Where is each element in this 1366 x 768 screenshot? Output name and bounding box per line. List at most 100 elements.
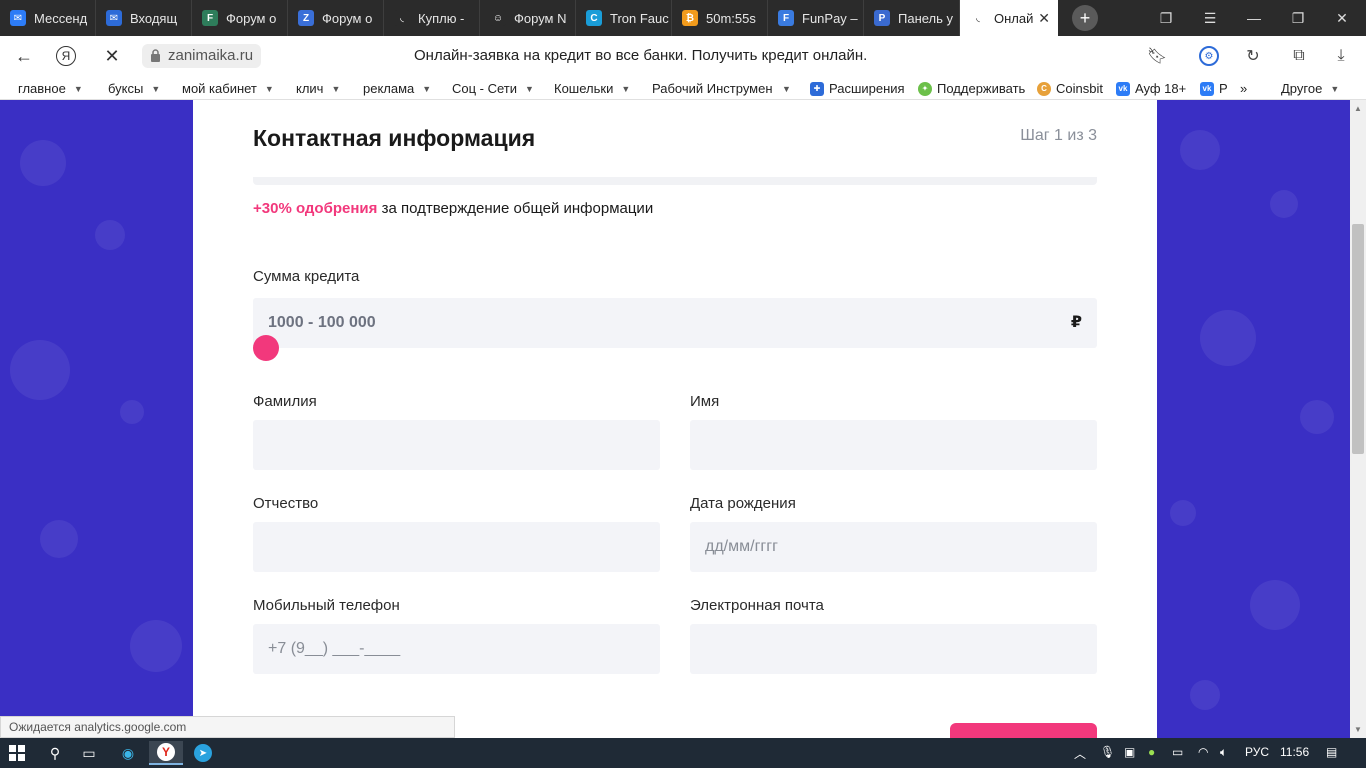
chevron-down-icon: ▼: [264, 83, 274, 94]
minimize-icon[interactable]: —: [1232, 0, 1276, 36]
next-step-button[interactable]: [950, 723, 1097, 738]
bookmark-item[interactable]: мой кабинет ▼: [182, 81, 274, 96]
bookmark-item[interactable]: C Coinsbit: [1037, 81, 1103, 96]
bookmark-item[interactable]: ✚ Расширения: [810, 81, 905, 96]
browser-tab[interactable]: Z Форум о: [288, 0, 384, 36]
search-icon[interactable]: ⚲: [38, 741, 72, 765]
approval-note: +30% одобрения за подтверждение общей ин…: [253, 200, 653, 217]
phone-placeholder: +7 (9__) ___-____: [268, 640, 401, 657]
new-tab-icon[interactable]: +: [1072, 5, 1098, 31]
amount-slider-handle[interactable]: [253, 335, 279, 361]
step-indicator: Шаг 1 из 3: [1020, 127, 1097, 144]
remote-icon[interactable]: ▣: [1124, 745, 1135, 759]
browser-tab[interactable]: ✉ Входящ: [96, 0, 192, 36]
last-name-field[interactable]: [253, 420, 660, 470]
tron-icon: C: [586, 10, 602, 26]
loading-icon: ◟: [970, 10, 986, 26]
coinsbit-icon: C: [1037, 81, 1051, 96]
browser-tab[interactable]: F Форум о: [192, 0, 288, 36]
window-close-icon[interactable]: ✕: [1320, 0, 1364, 36]
bookmark-label: Рабочий Инструмен: [652, 81, 773, 96]
url-field[interactable]: zanimaika.ru: [142, 44, 262, 68]
browser-tab[interactable]: C Tron Fauc: [576, 0, 672, 36]
approval-text: за подтверждение общей информации: [377, 200, 654, 217]
messenger-icon: ✉: [10, 10, 26, 26]
chevron-down-icon: ▼: [525, 83, 534, 94]
more-bookmarks-icon[interactable]: »: [1240, 81, 1247, 96]
menu-icon[interactable]: ☰: [1188, 0, 1232, 36]
funpay-icon: F: [778, 10, 794, 26]
extensions-icon[interactable]: ⧉: [1288, 45, 1310, 67]
tab-title: Форум о: [226, 10, 277, 26]
other-bookmarks[interactable]: Другое ▼: [1281, 81, 1339, 96]
browser-tab[interactable]: ◟ Онлай ✕: [960, 0, 1058, 36]
tray-expand-icon[interactable]: ︿: [1074, 745, 1086, 762]
battery-icon[interactable]: ▭: [1172, 745, 1183, 759]
bookmark-label: реклама: [363, 81, 415, 96]
bookmark-icon[interactable]: 🔖︎: [1146, 45, 1168, 67]
browser-tab[interactable]: F FunPay –: [768, 0, 864, 36]
microphone-icon[interactable]: 🎙︎: [1100, 745, 1115, 759]
back-arrow-icon[interactable]: ←: [13, 45, 35, 67]
bookmark-item[interactable]: реклама ▼: [363, 81, 431, 96]
language-indicator[interactable]: РУС: [1245, 745, 1269, 759]
bookmark-item[interactable]: клич ▼: [296, 81, 340, 96]
bookmark-item[interactable]: Кошельки ▼: [554, 81, 630, 96]
telegram-icon[interactable]: ➤: [186, 741, 220, 765]
browser-tab[interactable]: ₿ 50m:55s: [672, 0, 768, 36]
bookmark-item[interactable]: буксы ▼: [108, 81, 160, 96]
protect-icon[interactable]: ⚙: [1199, 46, 1219, 66]
phone-field[interactable]: +7 (9__) ___-____: [253, 624, 660, 674]
windows-start-icon[interactable]: [0, 741, 34, 765]
bookmark-label: Поддерживать: [937, 81, 1026, 96]
browser-tab[interactable]: P Панель у: [864, 0, 960, 36]
approval-bonus: +30% одобрения: [253, 200, 378, 217]
scroll-down-icon[interactable]: ▼: [1354, 725, 1362, 734]
app-tray-icon[interactable]: ●: [1148, 745, 1155, 759]
bookmark-label: клич: [296, 81, 324, 96]
wifi-icon[interactable]: ◠: [1198, 745, 1208, 759]
yandex-browser-icon[interactable]: Y: [149, 741, 183, 765]
bookmark-item[interactable]: vk Р: [1200, 81, 1228, 96]
yandex-icon[interactable]: Я: [56, 46, 76, 66]
bookmark-item[interactable]: ✦ Поддерживать: [918, 81, 1025, 96]
bookmark-label: Соц - Сети: [452, 81, 518, 96]
tab-close-icon[interactable]: ✕: [1038, 10, 1050, 27]
cat-forum-icon: ☺: [490, 10, 506, 26]
reload-icon[interactable]: ↻: [1242, 45, 1264, 67]
clock[interactable]: 11:56: [1280, 745, 1309, 759]
browser-tab[interactable]: ✉ Мессенд: [0, 0, 96, 36]
edge-icon[interactable]: ◉: [111, 741, 145, 765]
scroll-up-icon[interactable]: ▲: [1354, 104, 1362, 113]
scrollbar-thumb[interactable]: [1352, 224, 1364, 454]
tab-actions-icon[interactable]: ❐: [1144, 0, 1188, 36]
bookmark-item[interactable]: главное ▼: [18, 81, 83, 96]
notifications-icon[interactable]: ▤: [1326, 745, 1337, 759]
amount-field[interactable]: 1000 - 100 000 ₽: [253, 298, 1097, 348]
address-bar: ← Я ✕ zanimaika.ru Онлайн-заявка на кред…: [0, 36, 1366, 76]
task-view-icon[interactable]: ▭: [72, 741, 106, 765]
loading-icon: ◟: [394, 10, 410, 26]
download-icon[interactable]: ⤓: [1330, 45, 1352, 67]
first-name-field[interactable]: [690, 420, 1097, 470]
application-form-card: Контактная информация Шаг 1 из 3 +30% од…: [193, 100, 1157, 738]
bookmark-item[interactable]: vk Ауф 18+: [1116, 81, 1186, 96]
browser-tab[interactable]: ◟ Куплю -: [384, 0, 480, 36]
birthdate-field[interactable]: дд/мм/гггг: [690, 522, 1097, 572]
panel-icon: P: [874, 10, 890, 26]
browser-tab[interactable]: ☺ Форум N: [480, 0, 576, 36]
restore-icon[interactable]: ❐: [1276, 0, 1320, 36]
bookmark-item[interactable]: Соц - Сети ▼: [452, 81, 534, 96]
patronymic-field[interactable]: [253, 522, 660, 572]
volume-icon[interactable]: 🔈︎: [1220, 745, 1227, 760]
mail-icon: ✉: [106, 10, 122, 26]
bookmark-item[interactable]: Рабочий Инструмен ▼: [652, 81, 791, 96]
email-field[interactable]: [690, 624, 1097, 674]
scrollbar[interactable]: ▲ ▼: [1350, 100, 1366, 738]
patronymic-label: Отчество: [253, 495, 319, 512]
stop-loading-icon[interactable]: ✕: [101, 45, 123, 67]
chevron-down-icon: ▼: [782, 83, 791, 94]
tab-title: Онлай: [994, 10, 1034, 26]
chevron-down-icon: ▼: [151, 83, 161, 94]
windows-taskbar: ⚲ ▭ ◉ Y ➤ ︿ 🎙︎ ▣ ● ▭ ◠ 🔈︎ РУС 11:56 ▤: [0, 738, 1366, 768]
